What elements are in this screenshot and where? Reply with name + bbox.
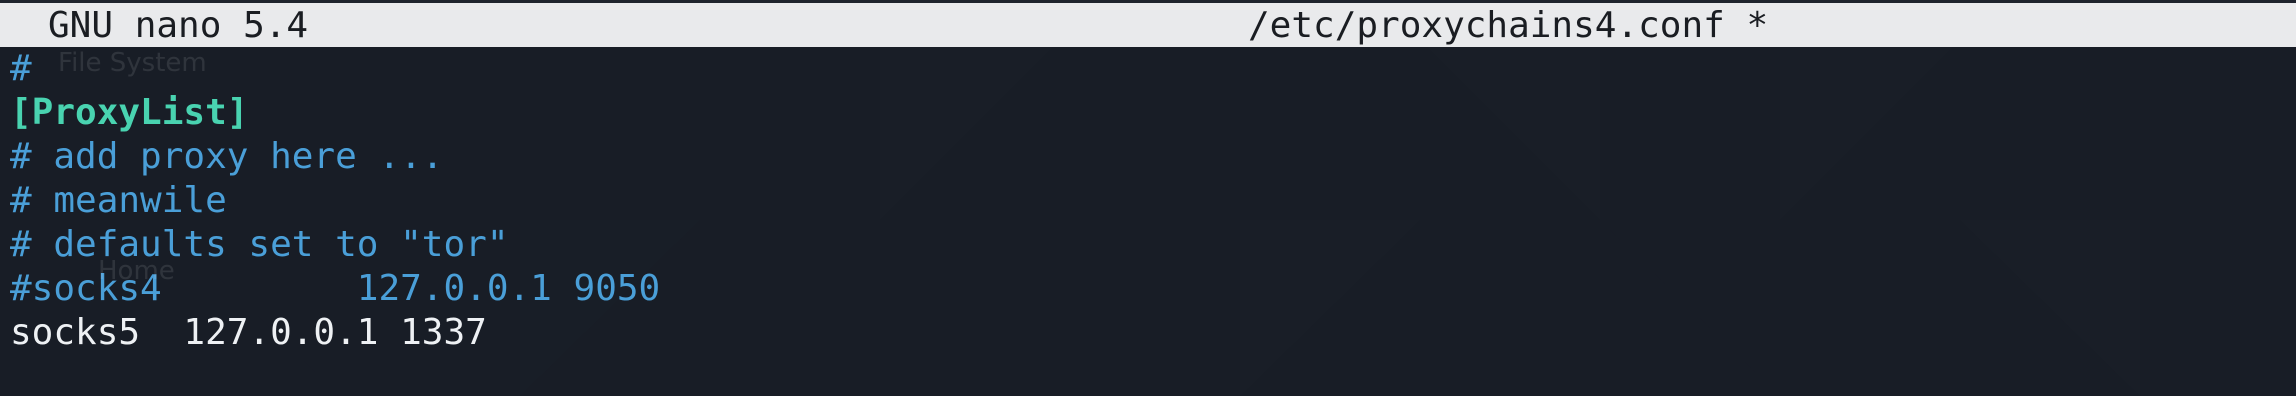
editor-line-5[interactable]: # defaults set to "tor" bbox=[10, 223, 509, 267]
editor-line-3[interactable]: # add proxy here ... bbox=[10, 135, 443, 179]
desktop-label-home: Home bbox=[98, 256, 175, 286]
terminal-window[interactable]: # [ProxyList] # add proxy here ... # mea… bbox=[0, 0, 2296, 396]
file-name: /etc/proxychains4.conf * bbox=[1248, 5, 1769, 46]
editor-line-2[interactable]: [ProxyList] bbox=[10, 91, 248, 135]
editor-line-7[interactable]: socks5 127.0.0.1 1337 bbox=[10, 311, 487, 355]
nano-title-bar: GNU nano 5.4 /etc/proxychains4.conf * bbox=[0, 3, 2296, 47]
editor-area[interactable]: # [ProxyList] # add proxy here ... # mea… bbox=[0, 47, 2296, 396]
app-version: GNU nano 5.4 bbox=[48, 5, 309, 46]
editor-line-1[interactable]: # bbox=[10, 47, 32, 91]
editor-line-4[interactable]: # meanwile bbox=[10, 179, 227, 223]
desktop-label-file-system: File System bbox=[58, 48, 207, 78]
